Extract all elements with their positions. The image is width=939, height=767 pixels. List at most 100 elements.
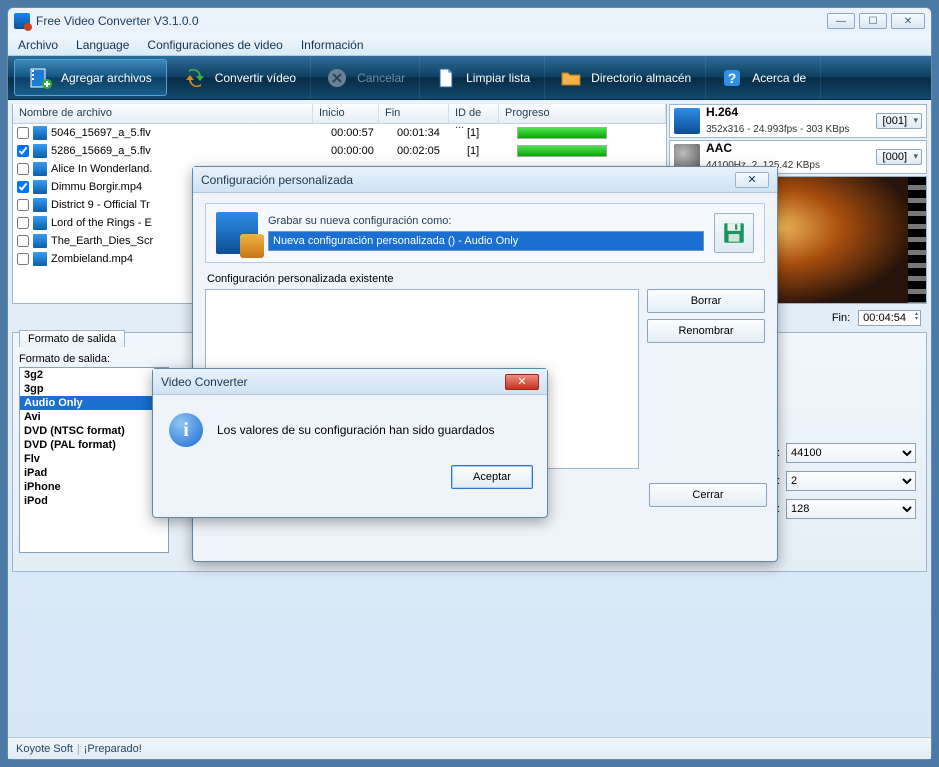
window-title: Free Video Converter V3.1.0.0 bbox=[36, 14, 199, 28]
fin-label: Fin: bbox=[832, 312, 850, 324]
col-id[interactable]: ID de ... bbox=[449, 104, 499, 123]
file-checkbox[interactable] bbox=[17, 217, 29, 229]
file-icon bbox=[33, 252, 47, 266]
output-dir-button[interactable]: Directorio almacén bbox=[545, 56, 706, 99]
video-codec-icon bbox=[674, 108, 700, 134]
bitrate-select[interactable]: 128 bbox=[786, 499, 916, 519]
audio-codec-name: AAC bbox=[706, 142, 870, 155]
output-panel-tab[interactable]: Formato de salida bbox=[19, 330, 125, 347]
cancel-label: Cancelar bbox=[357, 71, 405, 85]
status-ready: ¡Preparado! bbox=[84, 743, 142, 755]
format-option[interactable]: 3gp bbox=[20, 382, 168, 396]
file-icon bbox=[33, 234, 47, 248]
file-name: 5046_15697_a_5.flv bbox=[51, 127, 331, 139]
config-save-label: Grabar su nueva configuración como: bbox=[268, 215, 704, 227]
file-icon bbox=[33, 198, 47, 212]
file-checkbox[interactable] bbox=[17, 181, 29, 193]
menu-language[interactable]: Language bbox=[76, 38, 129, 52]
clear-list-button[interactable]: Limpiar lista bbox=[420, 56, 545, 99]
config-name-input[interactable] bbox=[268, 231, 704, 251]
format-option[interactable]: DVD (PAL format) bbox=[20, 438, 168, 452]
file-checkbox[interactable] bbox=[17, 235, 29, 247]
menu-configuraciones[interactable]: Configuraciones de video bbox=[147, 38, 282, 52]
toolbar: Agregar archivos Convertir vídeo Cancela… bbox=[8, 56, 931, 100]
message-dialog-titlebar: Video Converter ✕ bbox=[153, 369, 547, 395]
file-start: 00:00:00 bbox=[331, 145, 397, 157]
status-vendor: Koyote Soft bbox=[16, 743, 73, 755]
rename-config-button[interactable]: Renombrar bbox=[647, 319, 765, 343]
minimize-button[interactable]: — bbox=[827, 13, 855, 29]
filmstrip-right bbox=[908, 177, 926, 303]
file-icon bbox=[33, 180, 47, 194]
file-checkbox[interactable] bbox=[17, 127, 29, 139]
film-add-icon bbox=[29, 66, 53, 90]
cancel-button: Cancelar bbox=[311, 56, 420, 99]
canal-select[interactable]: 2 bbox=[786, 471, 916, 491]
page-icon bbox=[434, 66, 458, 90]
format-option[interactable]: Flv bbox=[20, 452, 168, 466]
close-config-button[interactable]: Cerrar bbox=[649, 483, 767, 507]
video-codec-box: H.264 352x316 - 24.993fps - 303 KBps [00… bbox=[669, 104, 927, 138]
film-package-icon bbox=[216, 212, 258, 254]
format-list-label: Formato de salida: bbox=[19, 353, 169, 365]
file-end: 00:02:05 bbox=[397, 145, 467, 157]
help-icon: ? bbox=[720, 66, 744, 90]
file-row[interactable]: 5046_15697_a_5.flv00:00:5700:01:34[1] bbox=[13, 124, 666, 142]
message-dialog-close-button[interactable]: ✕ bbox=[505, 374, 539, 390]
add-files-label: Agregar archivos bbox=[61, 71, 152, 85]
config-save-group: Grabar su nueva configuración como: bbox=[205, 203, 765, 263]
accept-button[interactable]: Aceptar bbox=[451, 465, 533, 489]
output-dir-label: Directorio almacén bbox=[591, 71, 691, 85]
col-progress[interactable]: Progreso bbox=[499, 104, 666, 123]
file-checkbox[interactable] bbox=[17, 253, 29, 265]
config-dialog-title: Configuración personalizada bbox=[201, 173, 353, 187]
menu-informacion[interactable]: Información bbox=[301, 38, 364, 52]
format-list[interactable]: 3g23gpAudio OnlyAviDVD (NTSC format)DVD … bbox=[19, 367, 169, 553]
format-option[interactable]: 3g2 bbox=[20, 368, 168, 382]
save-config-button[interactable] bbox=[714, 213, 754, 253]
audio-codec-select[interactable]: [000] bbox=[876, 149, 922, 165]
file-checkbox[interactable] bbox=[17, 163, 29, 175]
fin-spinner[interactable]: 00:04:54 bbox=[858, 310, 921, 326]
file-icon bbox=[33, 126, 47, 140]
file-checkbox[interactable] bbox=[17, 145, 29, 157]
close-button[interactable]: ✕ bbox=[891, 13, 925, 29]
add-files-button[interactable]: Agregar archivos bbox=[14, 59, 167, 96]
config-dialog-close-button[interactable]: ✕ bbox=[735, 172, 769, 188]
file-icon bbox=[33, 162, 47, 176]
statusbar: Koyote Soft | ¡Preparado! bbox=[8, 737, 931, 759]
progress-bar bbox=[517, 127, 607, 139]
col-name[interactable]: Nombre de archivo bbox=[13, 104, 313, 123]
info-icon: i bbox=[169, 413, 203, 447]
menu-archivo[interactable]: Archivo bbox=[18, 38, 58, 52]
format-option[interactable]: iPad bbox=[20, 466, 168, 480]
file-icon bbox=[33, 144, 47, 158]
about-button[interactable]: ? Acerca de bbox=[706, 56, 821, 99]
file-row[interactable]: 5286_15669_a_5.flv00:00:0000:02:05[1] bbox=[13, 142, 666, 160]
frecuencia-select[interactable]: 44100 bbox=[786, 443, 916, 463]
video-codec-name: H.264 bbox=[706, 106, 870, 119]
file-icon bbox=[33, 216, 47, 230]
file-checkbox[interactable] bbox=[17, 199, 29, 211]
floppy-disk-icon bbox=[721, 220, 747, 246]
col-end[interactable]: Fin bbox=[379, 104, 449, 123]
menubar: Archivo Language Configuraciones de vide… bbox=[8, 34, 931, 56]
format-option[interactable]: Avi bbox=[20, 410, 168, 424]
video-codec-select[interactable]: [001] bbox=[876, 113, 922, 129]
format-option[interactable]: iPod bbox=[20, 494, 168, 508]
message-text: Los valores de su configuración han sido… bbox=[217, 423, 495, 437]
convert-button[interactable]: Convertir vídeo bbox=[169, 56, 311, 99]
format-option[interactable]: Audio Only bbox=[20, 396, 168, 410]
message-dialog: Video Converter ✕ i Los valores de su co… bbox=[152, 368, 548, 518]
progress-bar bbox=[517, 145, 607, 157]
maximize-button[interactable]: ☐ bbox=[859, 13, 887, 29]
format-option[interactable]: iPhone bbox=[20, 480, 168, 494]
cancel-icon bbox=[325, 66, 349, 90]
col-start[interactable]: Inicio bbox=[313, 104, 379, 123]
config-dialog-titlebar: Configuración personalizada ✕ bbox=[193, 167, 777, 193]
file-id: [1] bbox=[467, 127, 517, 139]
window-controls: — ☐ ✕ bbox=[827, 13, 925, 29]
titlebar: Free Video Converter V3.1.0.0 — ☐ ✕ bbox=[8, 8, 931, 34]
delete-config-button[interactable]: Borrar bbox=[647, 289, 765, 313]
format-option[interactable]: DVD (NTSC format) bbox=[20, 424, 168, 438]
